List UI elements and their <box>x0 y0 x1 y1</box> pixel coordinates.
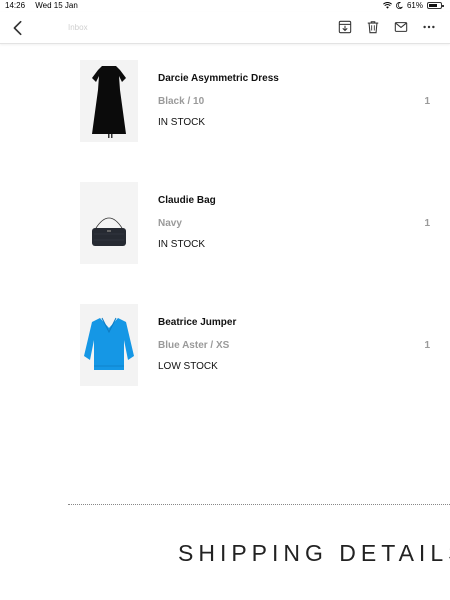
toolbar-ghost-label: Inbox <box>68 23 88 32</box>
list-item[interactable]: Claudie Bag Navy 1 IN STOCK <box>80 182 430 266</box>
mail-envelope-icon[interactable] <box>394 20 408 34</box>
product-variant: Navy <box>158 218 182 229</box>
moon-icon <box>396 2 403 9</box>
stock-status: IN STOCK <box>158 117 206 128</box>
battery-icon <box>427 2 444 9</box>
product-variant: Blue Aster / XS <box>158 340 230 351</box>
product-quantity: 1 <box>424 96 430 107</box>
product-name: Darcie Asymmetric Dress <box>158 73 279 84</box>
stock-status: IN STOCK <box>158 239 206 250</box>
trash-icon[interactable] <box>366 20 380 34</box>
status-bar: 14:26 Wed 15 Jan 61% <box>0 0 450 12</box>
wifi-icon <box>383 2 392 9</box>
status-time: 14:26 <box>5 1 26 10</box>
status-date: Wed 15 Jan <box>35 1 78 10</box>
mail-toolbar: Inbox <box>0 12 450 44</box>
dotted-divider <box>68 504 450 505</box>
stock-status: LOW STOCK <box>158 361 218 372</box>
product-name: Beatrice Jumper <box>158 317 237 328</box>
product-image-dress[interactable] <box>80 60 138 142</box>
product-name: Claudie Bag <box>158 195 216 206</box>
product-image-jumper[interactable] <box>80 304 138 386</box>
product-quantity: 1 <box>424 218 430 229</box>
more-options-icon[interactable] <box>422 20 436 34</box>
battery-percent: 61% <box>406 1 423 10</box>
product-image-bag[interactable] <box>80 182 138 264</box>
back-chevron-icon[interactable] <box>9 19 27 37</box>
product-variant: Black / 10 <box>158 96 205 107</box>
product-quantity: 1 <box>424 340 430 351</box>
archive-icon[interactable] <box>338 20 352 34</box>
section-heading-shipping: SHIPPING DETAILS <box>178 540 450 566</box>
list-item[interactable]: Darcie Asymmetric Dress Black / 10 1 IN … <box>80 60 430 144</box>
list-item[interactable]: Beatrice Jumper Blue Aster / XS 1 LOW ST… <box>80 304 430 388</box>
